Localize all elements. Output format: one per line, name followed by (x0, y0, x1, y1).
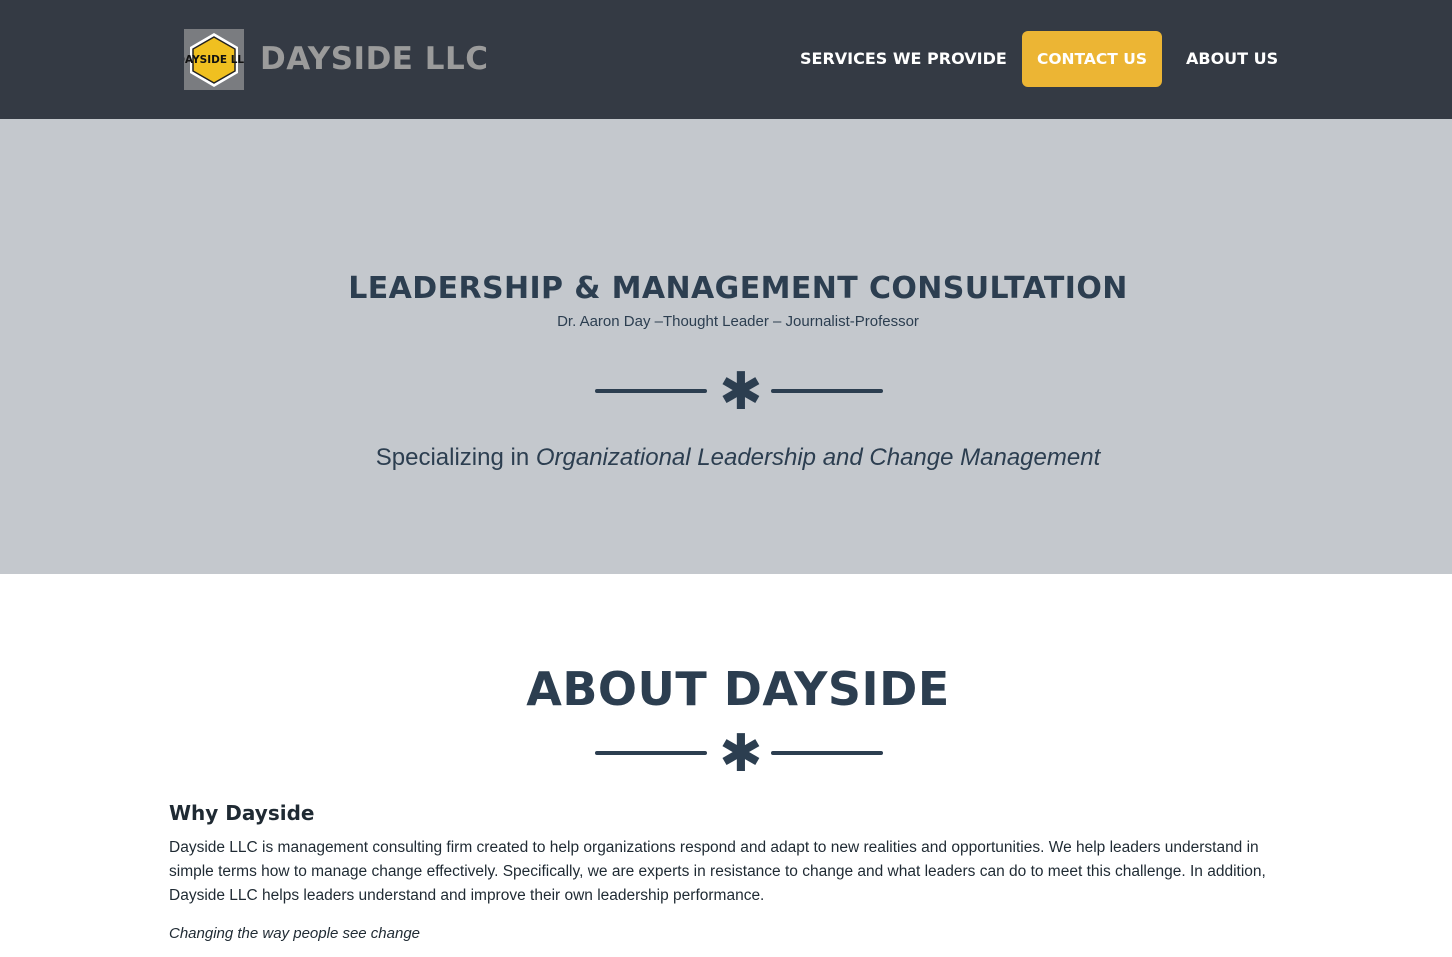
hero-section: LEADERSHIP & MANAGEMENT CONSULTATION Dr.… (0, 119, 1452, 574)
hero-tagline: Specializing in Organizational Leadershi… (0, 444, 1452, 472)
logo-emblem-icon: DAYSIDE LLC (184, 33, 244, 87)
svg-text:DAYSIDE LLC: DAYSIDE LLC (184, 54, 244, 66)
asterisk-icon: ✱ (719, 724, 763, 784)
motto: Changing the way people see change (169, 925, 421, 942)
tagline-prefix: Specializing in (375, 444, 536, 471)
brand-name[interactable]: DAYSIDE LLC (260, 38, 489, 80)
nav-contact-button[interactable]: CONTACT US (1022, 31, 1162, 87)
why-dayside-body: Dayside LLC is management consulting fir… (169, 839, 1266, 904)
hero-subtitle: Dr. Aaron Day –Thought Leader – Journali… (557, 313, 919, 330)
divider-line-right (771, 389, 883, 393)
about-divider: ✱ (595, 728, 883, 780)
nav-services[interactable]: SERVICES WE PROVIDE (800, 31, 1007, 87)
why-dayside-heading: Why Dayside (169, 801, 315, 825)
divider-line-left (595, 751, 707, 755)
hero-divider: ✱ (595, 366, 883, 418)
asterisk-icon: ✱ (719, 362, 763, 422)
divider-line-left (595, 389, 707, 393)
tagline-emphasis: Organizational Leadership and Change Man… (535, 444, 1101, 471)
divider-line-right (771, 751, 883, 755)
about-heading: ABOUT DAYSIDE (526, 662, 950, 716)
hero-title: LEADERSHIP & MANAGEMENT CONSULTATION (348, 271, 1128, 306)
navbar: DAYSIDE LLC DAYSIDE LLC SERVICES WE PROV… (0, 0, 1452, 119)
nav-about[interactable]: ABOUT US (1186, 31, 1278, 87)
logo[interactable]: DAYSIDE LLC (184, 29, 244, 90)
